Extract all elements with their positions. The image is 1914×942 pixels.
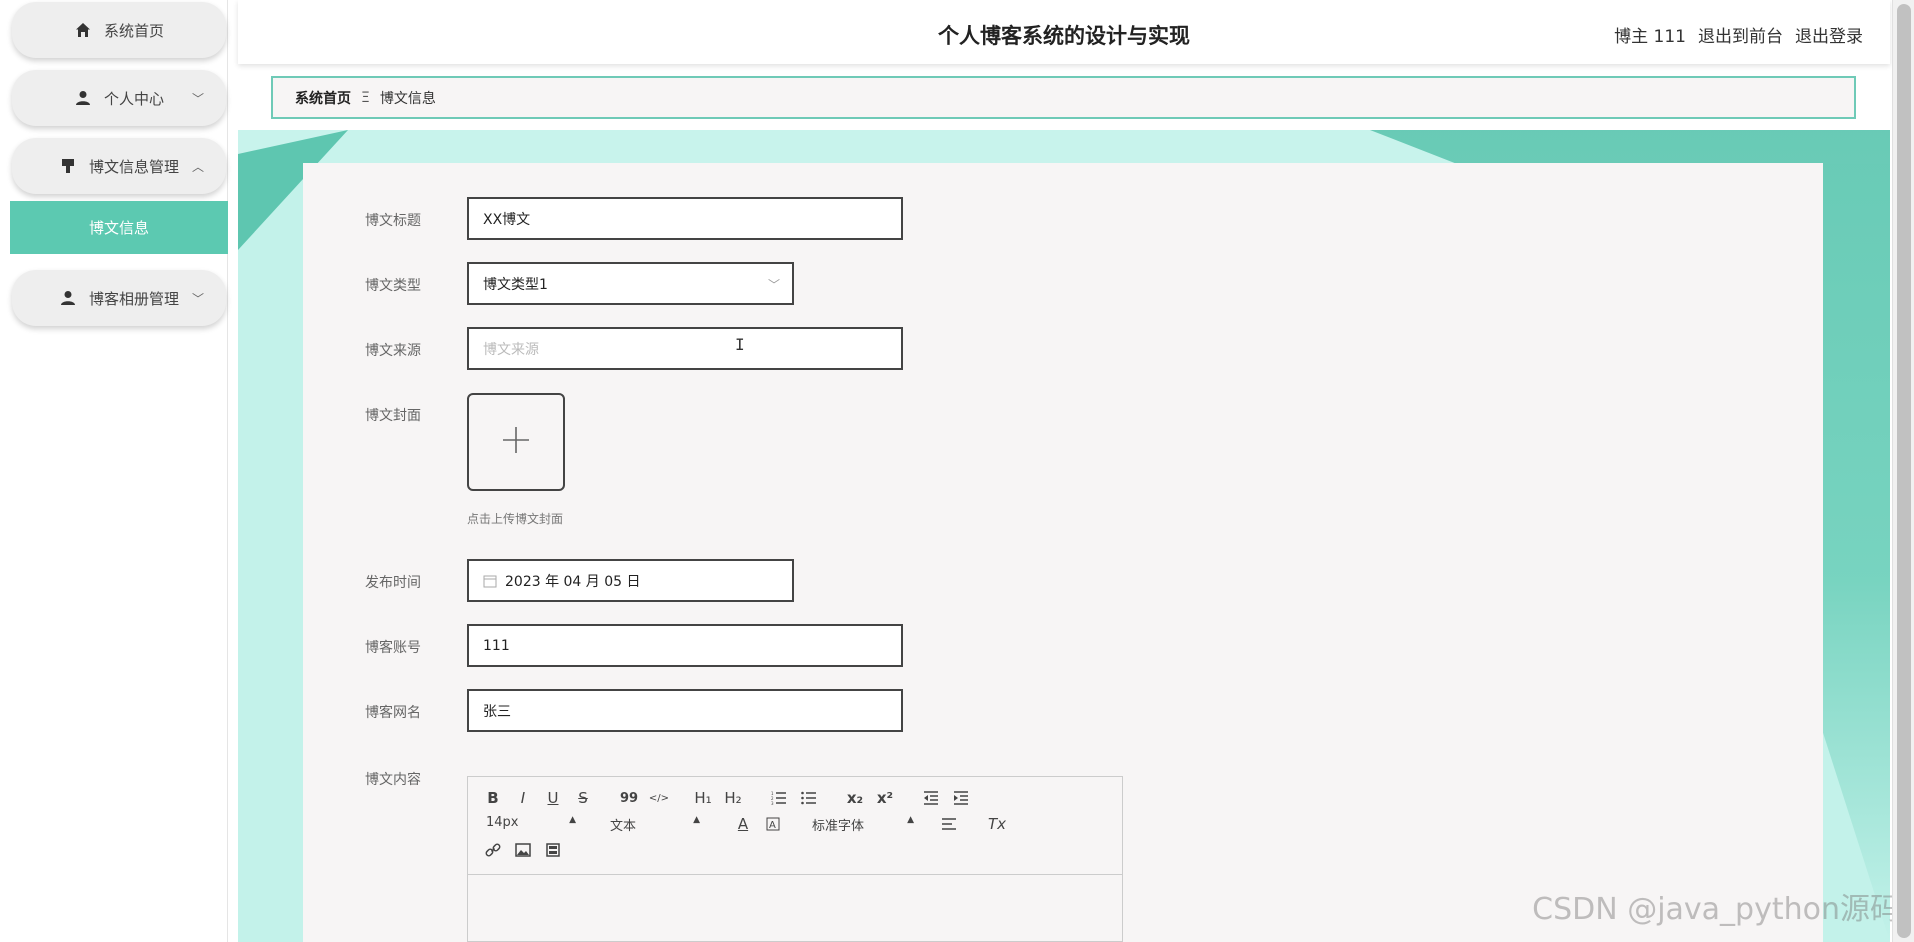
user-icon (59, 289, 77, 307)
sidebar-item-post-management[interactable]: 博文信息管理 ︿ (12, 138, 226, 194)
account-input[interactable]: 111 (467, 624, 903, 667)
chevron-down-icon: ﹀ (191, 291, 204, 306)
underline-button[interactable]: U (542, 787, 564, 809)
content-label: 博文内容 (365, 772, 421, 788)
publish-date-picker[interactable]: 2023 年 04 月 05 日 (467, 559, 794, 602)
sidebar-item-label: 个人中心 (103, 89, 164, 108)
breadcrumb-home[interactable]: 系统首页 (295, 88, 351, 108)
code-button[interactable]: </> (648, 787, 670, 809)
quote-button[interactable]: 99 (618, 787, 640, 809)
breadcrumb-current: 博文信息 (379, 90, 436, 107)
form-card: 博文标题 XX博文 博文类型 博文类型1 ﹀ 博文来源 博文来源 I 博文封面 … (303, 163, 1823, 942)
svg-text:3: 3 (771, 801, 774, 805)
cover-label: 博文封面 (365, 408, 421, 424)
outdent-icon[interactable] (920, 787, 942, 809)
nickname-input[interactable]: 张三 (467, 689, 903, 732)
sidebar-item-label: 系统首页 (103, 21, 164, 40)
plus-icon (501, 425, 531, 459)
title-label: 博文标题 (365, 213, 421, 229)
font-size-select[interactable]: 14px ▲ (486, 815, 576, 830)
select-arrows-icon: ▲ (907, 815, 914, 825)
italic-button[interactable]: I (512, 787, 534, 809)
title-input[interactable]: XX博文 (467, 197, 903, 240)
chevron-down-icon: ﹀ (191, 91, 204, 106)
editor-toolbar: B I U S 99 </> H₁ H₂ 123 x₂ x² 14px ▲ 文本… (468, 777, 1122, 875)
text-style-value: 文本 (610, 819, 637, 834)
breadcrumb: 系统首页 Ξ 博文信息 (271, 76, 1856, 119)
source-label: 博文来源 (365, 343, 421, 359)
image-icon[interactable] (512, 839, 534, 861)
type-select[interactable]: 博文类型1 ﹀ (467, 262, 794, 305)
title-value: XX博文 (483, 211, 531, 228)
select-arrows-icon: ▲ (693, 815, 700, 825)
source-placeholder: 博文来源 (483, 341, 539, 358)
publish-date-value: 2023 年 04 月 05 日 (505, 573, 641, 590)
account-label: 博客账号 (365, 640, 421, 656)
rich-text-editor: B I U S 99 </> H₁ H₂ 123 x₂ x² 14px ▲ 文本… (467, 776, 1123, 942)
sidebar-item-album-management[interactable]: 博客相册管理 ﹀ (12, 270, 226, 326)
sidebar-item-home[interactable]: 系统首页 (12, 2, 226, 58)
text-cursor-icon: I (735, 335, 745, 354)
calendar-icon (483, 574, 497, 588)
nickname-label: 博客网名 (365, 705, 421, 721)
brush-icon (59, 157, 77, 175)
h2-button[interactable]: H₂ (722, 787, 744, 809)
sidebar-item-label: 博客相册管理 (88, 289, 179, 308)
chevron-down-icon: ﹀ (767, 278, 780, 292)
sidebar-item-label: 博文信息管理 (88, 157, 179, 176)
type-label: 博文类型 (365, 278, 421, 294)
header-links: 博主 111 退出到前台 退出登录 (1614, 22, 1863, 47)
user-icon (74, 89, 92, 107)
account-value: 111 (483, 637, 510, 654)
bold-button[interactable]: B (482, 787, 504, 809)
cover-upload-button[interactable] (467, 393, 565, 491)
font-size-value: 14px (486, 815, 519, 830)
sidebar-item-personal-center[interactable]: 个人中心 ﹀ (12, 70, 226, 126)
strike-button[interactable]: S (572, 787, 594, 809)
ordered-list-icon[interactable]: 123 (768, 787, 790, 809)
bullet-list-icon[interactable] (798, 787, 820, 809)
text-style-select[interactable]: 文本 ▲ (610, 815, 700, 834)
chevron-up-icon: ︿ (191, 159, 204, 174)
svg-text:A: A (769, 820, 776, 831)
link-icon[interactable] (482, 839, 504, 861)
nickname-value: 张三 (483, 703, 511, 720)
clear-format-button[interactable]: Tx (986, 813, 1008, 835)
font-family-value: 标准字体 (812, 819, 865, 834)
sidebar-subitem-post-info[interactable]: 博文信息 (10, 201, 228, 254)
breadcrumb-separator: Ξ (361, 89, 370, 106)
h1-button[interactable]: H₁ (692, 787, 714, 809)
superscript-button[interactable]: x² (874, 787, 896, 809)
indent-icon[interactable] (950, 787, 972, 809)
publish-label: 发布时间 (365, 575, 421, 591)
sidebar: 系统首页 个人中心 ﹀ 博文信息管理 ︿ 博文信息 博客相册管理 ﹀ (0, 0, 228, 942)
source-input[interactable]: 博文来源 (467, 327, 903, 370)
select-arrows-icon: ▲ (569, 815, 576, 825)
align-icon[interactable] (938, 813, 960, 835)
watermark: CSDN @java_python源码 (1532, 892, 1900, 927)
to-front-link[interactable]: 退出到前台 (1698, 22, 1783, 47)
type-value: 博文类型1 (483, 276, 548, 293)
subscript-button[interactable]: x₂ (844, 787, 866, 809)
font-color-button[interactable]: A (732, 813, 754, 835)
scrollbar-thumb[interactable] (1897, 4, 1911, 938)
app-root: 系统首页 个人中心 ﹀ 博文信息管理 ︿ 博文信息 博客相册管理 ﹀ 个人博客系… (0, 0, 1914, 942)
logout-link[interactable]: 退出登录 (1795, 22, 1863, 47)
video-icon[interactable] (542, 839, 564, 861)
page-scrollbar[interactable] (1892, 0, 1914, 942)
current-user-label: 博主 111 (1614, 27, 1686, 47)
background-color-icon[interactable]: A (762, 813, 784, 835)
home-icon (74, 21, 92, 39)
font-family-select[interactable]: 标准字体 ▲ (812, 815, 914, 834)
cover-upload-tip: 点击上传博文封面 (467, 512, 564, 526)
top-bar: 个人博客系统的设计与实现 博主 111 退出到前台 退出登录 (238, 0, 1890, 64)
